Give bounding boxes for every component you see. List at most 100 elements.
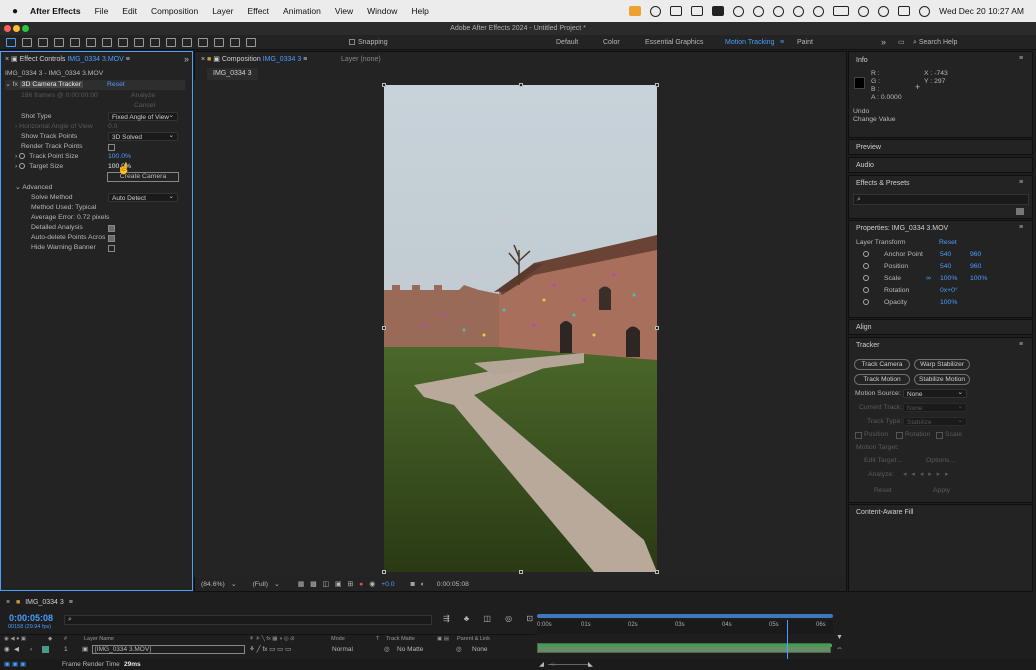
panel-lock-icon[interactable]: ▣: [11, 56, 18, 63]
creative-cloud-icon[interactable]: [650, 5, 662, 17]
video-visibility-icon[interactable]: ◉: [4, 644, 10, 655]
parent-header[interactable]: Parent & Link: [457, 635, 490, 644]
guides-icon[interactable]: ▣: [335, 580, 341, 588]
layer-mode-dropdown[interactable]: Normal: [332, 644, 353, 655]
panel-overflow-icon[interactable]: »: [184, 54, 189, 64]
audio-panel[interactable]: Audio: [848, 157, 1033, 173]
target-size-expand-icon[interactable]: ›: [15, 163, 17, 170]
effect-header-row[interactable]: ⌄ fx 3D Camera Tracker Reset: [5, 80, 185, 90]
tracker-apply-button[interactable]: Apply: [933, 486, 950, 496]
moon-icon[interactable]: [793, 5, 805, 17]
timeline-current-time[interactable]: 0:00:05:08: [9, 613, 53, 623]
panel-lock-icon[interactable]: ▣: [213, 56, 220, 63]
advanced-group[interactable]: ⌄ Advanced: [15, 183, 52, 193]
anchor-point-y[interactable]: 960: [970, 250, 981, 260]
stopwatch-icon[interactable]: [863, 263, 869, 269]
show-track-points-dropdown[interactable]: 3D Solved: [108, 131, 178, 141]
chrome-icon[interactable]: [753, 5, 765, 17]
advanced-expand-icon[interactable]: ⌄: [15, 184, 21, 191]
effect-controls-tab[interactable]: × ▣ Effect Controls IMG_0334 3.MOV ≡: [5, 54, 130, 66]
stopwatch-icon[interactable]: [863, 251, 869, 257]
roto-brush-tool-icon[interactable]: [230, 37, 240, 47]
menu-help[interactable]: Help: [411, 6, 428, 16]
panel-menu-icon[interactable]: ≡: [1019, 179, 1023, 186]
color-channels-icon[interactable]: ●: [359, 581, 363, 588]
hide-warning-checkbox[interactable]: [108, 245, 115, 252]
orbit-tool-icon[interactable]: [54, 37, 64, 47]
timeline-switches[interactable]: ⇶ ♣ ◫ ◎ ⊡: [443, 614, 539, 623]
workspace-paint[interactable]: Paint: [797, 35, 813, 50]
brush-tool-icon[interactable]: [182, 37, 192, 47]
type-tool-icon[interactable]: [166, 37, 176, 47]
transparency-grid-icon[interactable]: ▩: [310, 580, 316, 588]
search-help-field[interactable]: ⌕ Search Help: [913, 35, 1031, 50]
transform-handle[interactable]: [382, 570, 386, 574]
tracker-reset-button[interactable]: Reset: [874, 486, 892, 496]
workspace-essential-graphics[interactable]: Essential Graphics: [645, 35, 703, 50]
lock-toggle-icon[interactable]: ›: [30, 644, 32, 655]
motion-source-dropdown[interactable]: None: [903, 388, 967, 398]
layer-name[interactable]: [IMG_0334 3.MOV]: [92, 645, 245, 654]
panel-menu-icon[interactable]: ≡: [303, 56, 307, 63]
transform-handle[interactable]: [519, 83, 523, 87]
scale-y[interactable]: 100%: [970, 274, 987, 284]
edit-target-button[interactable]: Edit Target...: [864, 456, 902, 466]
time-ruler[interactable]: 0:00s 01s 02s 03s 04s 05s 06s: [537, 620, 833, 634]
show-snapshot-icon[interactable]: ◐: [421, 581, 425, 588]
expand-effect-icon[interactable]: ⌄: [5, 81, 11, 88]
new-bin-icon[interactable]: [1016, 208, 1024, 215]
auto-delete-checkbox[interactable]: [108, 235, 115, 242]
content-aware-fill-panel[interactable]: Content-Aware Fill: [848, 504, 1033, 592]
workspace-motion-tracking[interactable]: Motion Tracking: [725, 35, 774, 50]
layout-icon[interactable]: ▭: [898, 35, 905, 50]
stopwatch-icon[interactable]: [863, 299, 869, 305]
exposure-icon[interactable]: ◉: [369, 580, 375, 588]
close-tab-icon[interactable]: ×: [201, 56, 205, 63]
snapping-checkbox[interactable]: [349, 39, 355, 46]
menu-edit[interactable]: Edit: [122, 6, 137, 16]
anchor-point-x[interactable]: 540: [940, 250, 951, 260]
scale-x[interactable]: 100%: [940, 274, 957, 284]
pan-behind-tool-icon[interactable]: [118, 37, 128, 47]
mask-visibility-icon[interactable]: ◫: [323, 580, 329, 588]
rectangle-tool-icon[interactable]: [134, 37, 144, 47]
solve-method-dropdown[interactable]: Auto Detect: [108, 192, 178, 202]
zoom-tool-icon[interactable]: [38, 37, 48, 47]
workspace-default[interactable]: Default: [556, 35, 578, 50]
pan-tool-icon[interactable]: [70, 37, 80, 47]
dolly-tool-icon[interactable]: [86, 37, 96, 47]
panel-menu-icon[interactable]: ≡: [1019, 341, 1023, 348]
dollar-icon[interactable]: [733, 5, 745, 17]
stopwatch-icon[interactable]: [863, 287, 869, 293]
rotation-value[interactable]: 0x+0°: [940, 286, 958, 296]
effects-search-input[interactable]: ⌕: [853, 194, 1029, 205]
snapping-toggle[interactable]: Snapping: [349, 35, 388, 50]
app-menu[interactable]: After Effects: [30, 6, 81, 16]
dropbox-icon[interactable]: [670, 6, 683, 16]
menu-effect[interactable]: Effect: [247, 6, 269, 16]
siri-icon[interactable]: [919, 5, 931, 17]
notes-icon[interactable]: [712, 6, 725, 16]
transform-handle[interactable]: [519, 570, 523, 574]
workspace-menu-icon[interactable]: ≡: [780, 35, 784, 50]
battery-icon[interactable]: [833, 6, 850, 16]
panel-menu-icon[interactable]: ≡: [1019, 224, 1023, 231]
track-type-dropdown[interactable]: Stabilize: [903, 416, 967, 426]
composition-tab[interactable]: × ■ ▣ Composition IMG_0334 3 ≡: [201, 54, 307, 66]
more-workspaces-icon[interactable]: »: [881, 35, 886, 50]
zoom-out-icon[interactable]: ◢: [539, 659, 544, 670]
track-motion-button[interactable]: Track Motion: [854, 374, 910, 385]
current-track-dropdown[interactable]: None: [903, 402, 967, 412]
shot-type-dropdown[interactable]: Fixed Angle of View: [108, 111, 178, 121]
selection-tool-icon[interactable]: [6, 37, 16, 47]
zoom-chevron-icon[interactable]: ⌄: [231, 580, 237, 588]
layer-panel-tab[interactable]: Layer (none): [341, 54, 381, 66]
control-center-icon[interactable]: [898, 6, 911, 16]
transform-handle[interactable]: [655, 326, 659, 330]
hfov-row[interactable]: › Horizontal Angle of View: [15, 122, 93, 132]
menu-view[interactable]: View: [335, 6, 353, 16]
track-point-size-value[interactable]: 100.0%: [108, 152, 131, 162]
timeline-search-input[interactable]: ⌕: [64, 615, 432, 625]
warp-stabilizer-button[interactable]: Warp Stabilizer: [914, 359, 970, 370]
video-frame[interactable]: [384, 85, 657, 572]
